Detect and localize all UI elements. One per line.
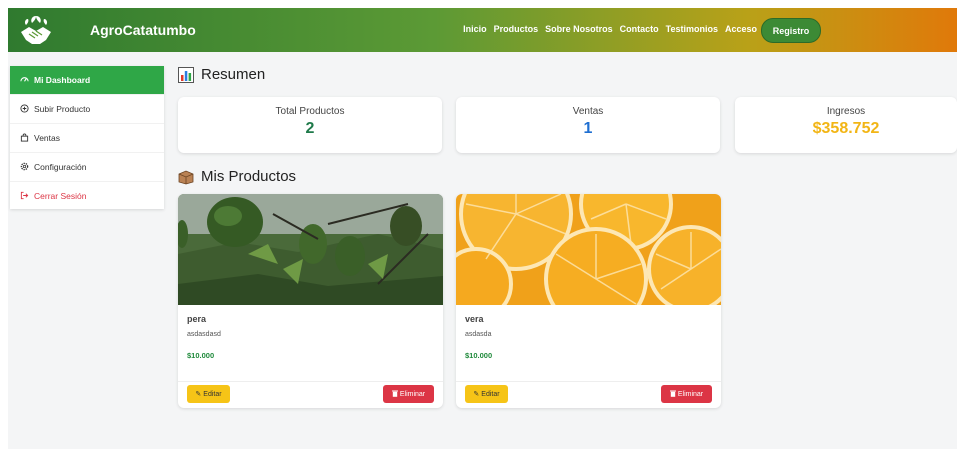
logout-icon	[20, 191, 34, 202]
product-name: pera	[187, 314, 207, 324]
delete-button[interactable]: Eliminar	[661, 385, 712, 403]
handshake-leaf-icon[interactable]	[18, 14, 54, 48]
nav-link-acceso[interactable]: Acceso	[725, 24, 757, 34]
gauge-icon	[20, 75, 34, 86]
nav-links: Inicio Productos Sobre Nosotros Contacto…	[463, 24, 757, 34]
stat-label: Total Productos	[275, 106, 345, 117]
register-button[interactable]: Registro	[761, 18, 821, 43]
nav-link-testimonios[interactable]: Testimonios	[666, 24, 718, 34]
bar-chart-icon	[178, 66, 194, 83]
box-icon	[178, 169, 194, 185]
sidebar-item-configuracion[interactable]: Configuración	[10, 153, 164, 182]
gear-icon	[20, 162, 34, 173]
product-name: vera	[465, 314, 484, 324]
product-price: $10.000	[465, 351, 493, 360]
delete-label: Eliminar	[677, 390, 704, 398]
top-navbar: AgroCatatumbo Inicio Productos Sobre Nos…	[8, 8, 957, 52]
sidebar-item-subir-producto[interactable]: Subir Producto	[10, 95, 164, 124]
edit-label: Editar	[481, 390, 500, 398]
product-card-pera: pera asdasdasd $10.000 ✎ Editar Eliminar	[178, 194, 443, 408]
sidebar-item-cerrar-sesion[interactable]: Cerrar Sesión	[10, 182, 164, 210]
orange-slices-photo	[456, 194, 721, 305]
trash-icon	[391, 390, 398, 399]
sidebar-item-dashboard[interactable]: Mi Dashboard	[10, 66, 164, 95]
nav-link-inicio[interactable]: Inicio	[463, 24, 487, 34]
edit-button[interactable]: ✎ Editar	[465, 385, 508, 403]
products-title: Mis Productos	[201, 168, 297, 185]
trash-icon	[669, 390, 676, 399]
summary-heading: Resumen	[178, 66, 265, 83]
product-card-vera: vera asdasda $10.000 ✎ Editar Eliminar	[456, 194, 721, 408]
stat-value: $358.752	[812, 120, 880, 137]
stat-value: 1	[583, 120, 593, 137]
card-footer-divider	[178, 381, 443, 382]
stat-card-ingresos: Ingresos $358.752	[735, 97, 957, 153]
stat-label: Ventas	[572, 106, 604, 117]
sidebar-item-label: Mi Dashboard	[34, 75, 91, 85]
sidebar-item-label: Ventas	[34, 133, 60, 143]
stat-label: Ingresos	[826, 106, 866, 117]
stat-card-total-productos: Total Productos 2	[178, 97, 442, 153]
edit-label: Editar	[203, 390, 222, 398]
edit-button[interactable]: ✎ Editar	[187, 385, 230, 403]
sidebar: Mi Dashboard Subir Producto Ventas Confi…	[10, 66, 164, 209]
summary-title: Resumen	[201, 66, 266, 83]
brand-name[interactable]: AgroCatatumbo	[90, 22, 196, 38]
sidebar-item-label: Cerrar Sesión	[34, 191, 87, 201]
nav-link-productos[interactable]: Productos	[494, 24, 539, 34]
plus-circle-icon	[20, 103, 34, 115]
sidebar-item-ventas[interactable]: Ventas	[10, 124, 164, 153]
delete-label: Eliminar	[399, 390, 426, 398]
stat-value: 2	[305, 120, 315, 137]
product-description: asdasdasd	[187, 331, 221, 338]
products-heading: Mis Productos	[178, 168, 296, 185]
pencil-icon: ✎	[473, 391, 480, 398]
card-footer-divider	[456, 381, 721, 382]
product-description: asdasda	[465, 331, 492, 338]
sidebar-item-label: Subir Producto	[34, 104, 91, 114]
pencil-icon: ✎	[195, 391, 202, 398]
bag-icon	[20, 133, 34, 144]
delete-button[interactable]: Eliminar	[383, 385, 434, 403]
stat-card-ventas: Ventas 1	[456, 97, 720, 153]
sidebar-item-label: Configuración	[34, 162, 87, 172]
nav-link-sobre-nosotros[interactable]: Sobre Nosotros	[545, 24, 613, 34]
avocado-tree-photo	[178, 194, 443, 305]
product-price: $10.000	[187, 351, 215, 360]
nav-link-contacto[interactable]: Contacto	[620, 24, 659, 34]
